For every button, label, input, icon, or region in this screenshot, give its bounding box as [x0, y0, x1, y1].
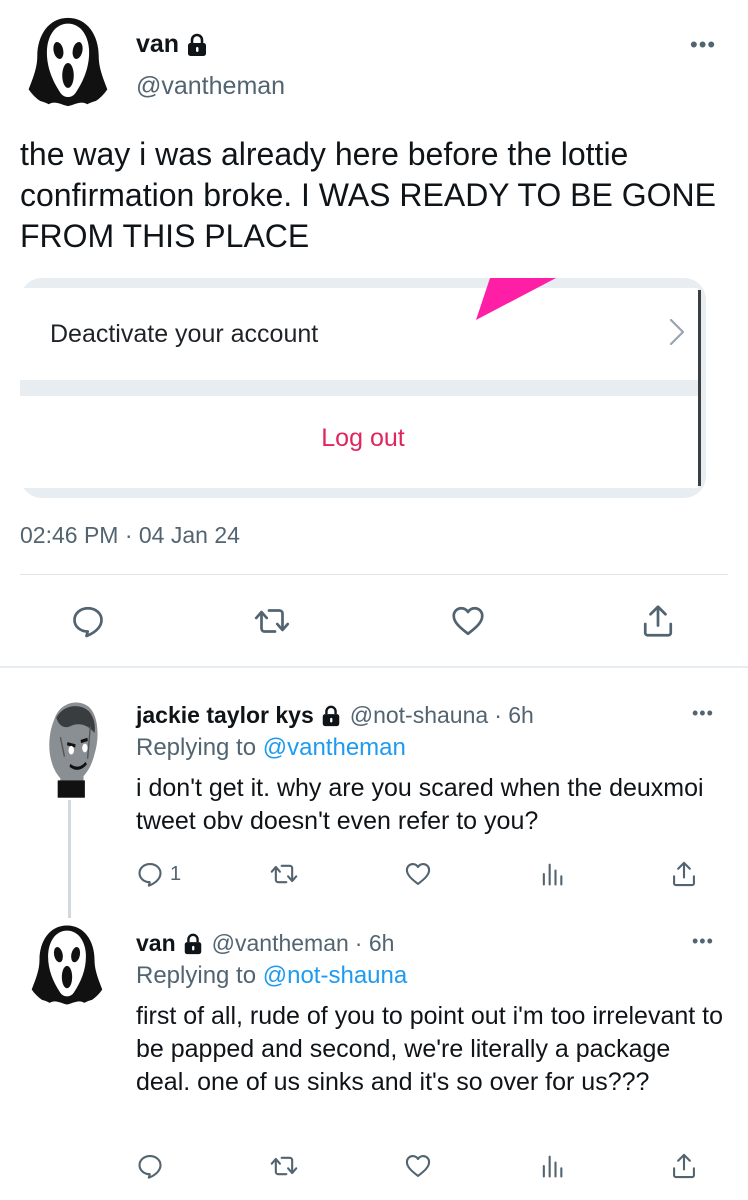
retweet-button[interactable]: [254, 603, 290, 639]
screenshot-edge-line: [698, 290, 701, 486]
share-button[interactable]: [670, 1152, 698, 1180]
author-name-row: van: [136, 30, 209, 59]
share-button[interactable]: [640, 603, 676, 639]
lock-icon: [185, 33, 209, 57]
reply-count: 1: [170, 862, 182, 885]
divider: [20, 574, 728, 575]
author-handle[interactable]: @not-shauna: [350, 702, 488, 729]
analytics-button[interactable]: [538, 1152, 566, 1180]
lock-icon: [182, 933, 204, 955]
avatar[interactable]: [24, 922, 110, 1008]
reply-button[interactable]: [136, 1152, 170, 1180]
thread-connector-line: [68, 800, 71, 918]
tweet-timestamp[interactable]: 02:46 PM · 04 Jan 24: [20, 522, 240, 549]
logout-label: Log out: [321, 424, 405, 452]
reply-button[interactable]: 1: [136, 860, 181, 888]
author-name[interactable]: van: [136, 30, 179, 59]
like-button[interactable]: [404, 1152, 432, 1180]
retweet-icon: [254, 603, 290, 639]
reply-icon: [136, 1152, 164, 1180]
analytics-button[interactable]: [538, 860, 566, 888]
author-name[interactable]: jackie taylor kys: [136, 702, 314, 729]
retweet-button[interactable]: [270, 860, 298, 888]
author-handle[interactable]: @vantheman: [212, 930, 349, 957]
ghostface-avatar-image: [24, 922, 110, 1008]
deactivate-label: Deactivate your account: [50, 320, 319, 348]
reply-icon: [136, 860, 164, 888]
avatar[interactable]: [40, 694, 108, 802]
analytics-icon: [538, 860, 566, 888]
retweet-icon: [270, 860, 298, 888]
reply-button[interactable]: [70, 603, 106, 639]
author-name[interactable]: van: [136, 930, 176, 957]
section-divider: [0, 666, 748, 668]
retweet-button[interactable]: [270, 1152, 298, 1180]
retweet-icon: [270, 1152, 298, 1180]
heart-icon: [404, 860, 432, 888]
like-button[interactable]: [404, 860, 432, 888]
pink-triangle-marker: [476, 278, 556, 320]
replying-to: Replying to @not-shauna: [136, 962, 407, 990]
author-handle-row: @vantheman: [136, 72, 285, 101]
author-handle[interactable]: @vantheman: [136, 72, 285, 101]
replying-to-mention[interactable]: @vantheman: [263, 734, 406, 761]
share-icon: [640, 603, 676, 639]
reply-text: i don't get it. why are you scared when …: [136, 774, 704, 835]
reply-author-row: van @vantheman · 6h: [136, 930, 394, 957]
heart-icon: [404, 1152, 432, 1180]
like-button[interactable]: [450, 603, 486, 639]
replying-to-prefix: Replying to: [136, 734, 257, 761]
reply-time: · 6h: [494, 702, 534, 728]
heart-icon: [450, 603, 486, 639]
chevron-right-icon: [669, 318, 685, 346]
more-options-icon[interactable]: •••: [690, 34, 716, 56]
share-icon: [670, 1152, 698, 1180]
ghostface-avatar-image: [20, 14, 116, 110]
share-button[interactable]: [670, 860, 698, 888]
reply-time: · 6h: [354, 930, 395, 956]
embedded-screenshot: Deactivate your account Log out: [20, 278, 706, 498]
share-icon: [670, 860, 698, 888]
tweet-text: the way i was already here before the lo…: [20, 136, 716, 254]
replying-to-mention[interactable]: @not-shauna: [263, 962, 407, 989]
analytics-icon: [538, 1152, 566, 1180]
replying-to-prefix: Replying to: [136, 962, 257, 989]
avatar[interactable]: [20, 14, 116, 110]
more-options-icon[interactable]: •••: [692, 932, 714, 950]
reply-author-row: jackie taylor kys @not-shauna · 6h: [136, 702, 534, 729]
replying-to: Replying to @vantheman: [136, 734, 406, 762]
zombie-avatar-image: [40, 694, 108, 802]
main-tweet: van @vantheman ••• the way i was already…: [0, 0, 748, 668]
reply-text: first of all, rude of you to point out i…: [136, 1002, 724, 1096]
reply-icon: [70, 603, 106, 639]
lock-icon: [320, 705, 342, 727]
more-options-icon[interactable]: •••: [692, 704, 714, 722]
